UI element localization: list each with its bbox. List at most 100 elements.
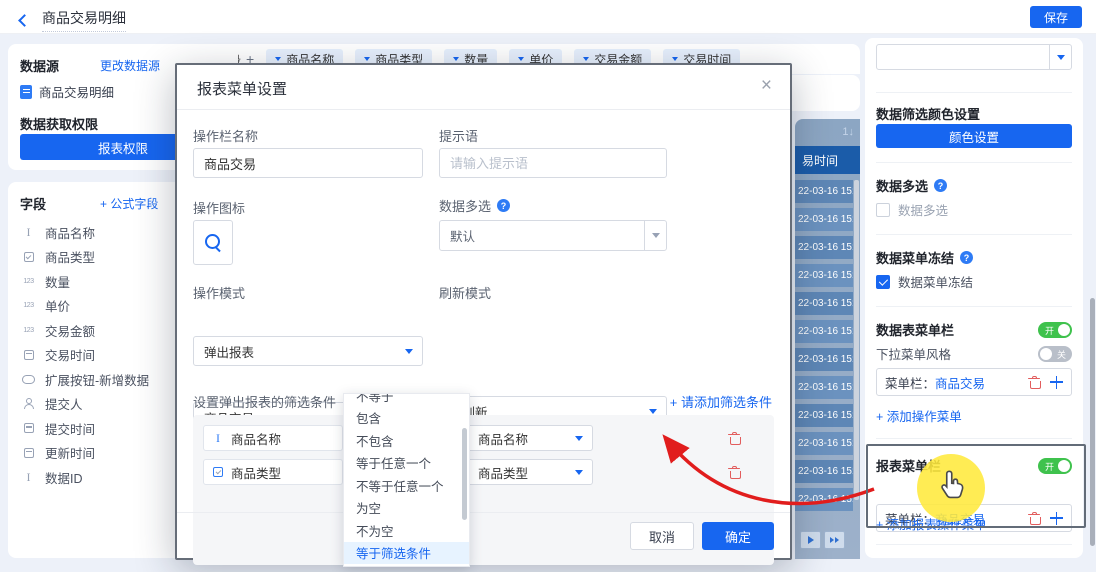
help-icon[interactable]: ?: [934, 179, 947, 192]
text-icon: I: [20, 225, 37, 240]
chevron-down-icon: [364, 57, 370, 61]
save-button[interactable]: 保存: [1030, 6, 1082, 28]
grid-subtoolbar: [780, 75, 860, 111]
column-scrollbar[interactable]: [854, 180, 859, 500]
help-icon[interactable]: ?: [497, 199, 510, 212]
table-row[interactable]: 22-03-16 15:: [795, 404, 853, 427]
select-icon: [20, 252, 37, 262]
table-row[interactable]: 22-03-16 15:: [795, 180, 853, 203]
number-icon: 123: [20, 327, 37, 334]
filter-conditions-label: 设置弹出报表的筛选条件: [193, 392, 336, 411]
help-icon[interactable]: ?: [960, 251, 973, 264]
toggle-on[interactable]: 开: [1038, 322, 1072, 338]
filter-field-chip[interactable]: 商品类型: [203, 459, 343, 485]
table-row[interactable]: 22-03-16 15:: [795, 236, 853, 259]
cancel-button[interactable]: 取消: [630, 522, 694, 550]
search-icon: [204, 233, 222, 252]
dropdown-scrollbar[interactable]: [462, 428, 467, 520]
table-row[interactable]: 22-03-16 15:: [795, 460, 853, 483]
frozen-column-header[interactable]: 易时间: [795, 146, 860, 174]
chevron-down-icon: [583, 57, 589, 61]
back-icon[interactable]: [20, 12, 29, 30]
table-row[interactable]: 22-03-16 15:: [795, 376, 853, 399]
last-page-button[interactable]: [824, 531, 845, 549]
dropdown-option-selected[interactable]: 等于筛选条件: [344, 542, 469, 565]
dialog-footer: 取消 确定: [177, 512, 790, 558]
frozen-time-column: 1↓ 易时间 22-03-16 15: 22-03-16 15: 22-03-1…: [795, 119, 860, 559]
table-row[interactable]: 22-03-16 15:: [795, 488, 853, 511]
page-scrollbar[interactable]: [1090, 298, 1095, 546]
dropdown-option[interactable]: 不等于: [344, 393, 469, 407]
action-icon-box[interactable]: [193, 220, 233, 265]
tip-input[interactable]: [439, 148, 667, 178]
move-icon[interactable]: [1050, 512, 1063, 525]
dropdown-option[interactable]: 不为空: [344, 519, 469, 542]
multi-select-label: 数据多选?: [439, 196, 510, 215]
action-icon-label: 操作图标: [193, 198, 245, 217]
data-menu-bar-row: 数据表菜单栏 开: [876, 320, 1072, 339]
delete-filter-icon[interactable]: [728, 466, 740, 479]
dropdown-option[interactable]: 等于任意一个: [344, 452, 469, 475]
move-icon[interactable]: [1050, 376, 1063, 389]
table-row[interactable]: 22-03-16 15:: [795, 292, 853, 315]
datasource-item[interactable]: 商品交易明细: [20, 82, 114, 101]
table-row[interactable]: 22-03-16 15:: [795, 348, 853, 371]
select-arrow-button[interactable]: [1049, 45, 1071, 69]
menu-bar-item[interactable]: 菜单栏：商品交易: [876, 368, 1072, 396]
filter-value-select[interactable]: 商品类型: [467, 459, 593, 485]
top-bar: 商品交易明细 保存: [0, 0, 1096, 34]
menu-freeze-checkbox-row[interactable]: 数据菜单冻结: [876, 272, 973, 291]
next-page-button[interactable]: [800, 531, 821, 549]
select-arrow-button[interactable]: [644, 221, 666, 250]
close-icon[interactable]: ×: [761, 75, 772, 97]
table-row[interactable]: 22-03-16 15:: [795, 432, 853, 455]
table-row[interactable]: 22-03-16 15:: [795, 264, 853, 287]
dropdown-option[interactable]: 为空: [344, 497, 469, 520]
chevron-down-icon: [575, 436, 583, 441]
add-action-menu-link[interactable]: + 添加操作菜单: [876, 406, 962, 425]
multi-select-dropdown[interactable]: 默认: [439, 220, 667, 251]
add-report-menu-link[interactable]: + 添加报表操作菜单: [876, 514, 987, 533]
hand-cursor-icon: [938, 468, 968, 504]
chevron-down-icon: [275, 57, 281, 61]
add-formula-field-link[interactable]: + 公式字段: [100, 195, 158, 212]
button-icon: [20, 375, 37, 384]
number-icon: 123: [20, 302, 37, 309]
text-icon: I: [20, 470, 37, 485]
fast-forward-icon: [830, 537, 834, 543]
dropdown-option[interactable]: 不等于任意一个: [344, 474, 469, 497]
toggle-on[interactable]: 开: [1038, 458, 1072, 474]
table-row[interactable]: 22-03-16 15:: [795, 320, 853, 343]
action-mode-label: 操作模式: [193, 283, 245, 302]
dropdown-option[interactable]: 包含: [344, 407, 469, 430]
top-select[interactable]: [876, 44, 1072, 70]
multi-select-checkbox-row[interactable]: 数据多选: [876, 200, 948, 219]
checkbox-checked[interactable]: [876, 275, 890, 289]
filter-row: 商品类型 商品类型: [203, 459, 764, 485]
chevron-down-icon: [649, 409, 657, 414]
color-settings-button[interactable]: 颜色设置: [876, 124, 1072, 148]
action-name-input[interactable]: [193, 148, 423, 178]
action-mode-select[interactable]: 弹出报表: [193, 336, 423, 366]
user-icon: [20, 398, 37, 409]
filter-field-chip[interactable]: I商品名称: [203, 425, 343, 451]
chevron-down-icon: [405, 349, 413, 354]
dropdown-option[interactable]: 不包含: [344, 429, 469, 452]
fields-label: 字段: [20, 194, 46, 213]
action-name-label: 操作栏名称: [193, 126, 258, 145]
filter-value-select[interactable]: 商品名称: [467, 425, 593, 451]
table-row[interactable]: 22-03-16 15:: [795, 208, 853, 231]
toggle-off[interactable]: 关: [1038, 346, 1072, 362]
divider: [876, 92, 1072, 93]
delete-filter-icon[interactable]: [728, 432, 740, 445]
trash-icon[interactable]: [1028, 376, 1040, 389]
datasource-label: 数据源: [20, 56, 59, 75]
add-filter-condition-link[interactable]: + 请添加筛选条件: [670, 392, 772, 411]
change-datasource-link[interactable]: 更改数据源: [100, 57, 160, 74]
checkbox-unchecked[interactable]: [876, 203, 890, 217]
trash-icon[interactable]: [1028, 512, 1040, 525]
sort-indicator[interactable]: 1↓: [842, 126, 854, 138]
chevron-down-icon: [575, 470, 583, 475]
calendar-icon: [20, 423, 37, 433]
confirm-button[interactable]: 确定: [702, 522, 774, 550]
